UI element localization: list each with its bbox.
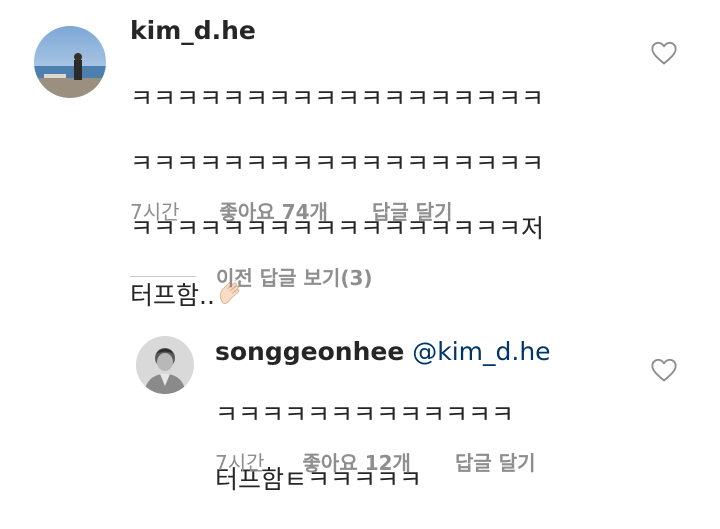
view-previous-replies-button[interactable]: 이전 답글 보기(3) [130,262,373,291]
avatar-photo-portrait [136,336,194,394]
comment-line: ㅋㅋㅋㅋㅋㅋㅋㅋㅋㅋㅋㅋㅋㅋㅋㅋㅋㅋ [130,83,545,113]
heart-outline-icon[interactable] [650,40,678,66]
avatar-photo-beach [34,26,106,98]
timestamp: 7시간 [130,200,180,224]
timestamp: 7시간 [215,451,265,475]
avatar[interactable] [136,336,194,394]
comment-meta: 7시간 좋아요 12개 답글 달기 [215,447,536,476]
view-replies-label: 이전 답글 보기(3) [216,266,373,290]
likes-count[interactable]: 좋아요 12개 [303,447,411,476]
heart-outline-icon[interactable] [650,357,678,383]
reply-button[interactable]: 답글 달기 [455,447,536,476]
avatar[interactable] [34,26,106,98]
username[interactable]: kim_d.he [130,16,256,45]
likes-count[interactable]: 좋아요 74개 [220,196,328,225]
comment-line: ㅋㅋㅋㅋㅋㅋㅋㅋㅋㅋㅋㅋㅋㅋㅋㅋㅋㅋ [130,148,545,178]
username[interactable]: songgeonhee [215,337,404,366]
divider-line [130,276,196,277]
comment-line: ㅋㅋㅋㅋㅋㅋㅋㅋㅋㅋㅋㅋㅋ [215,399,515,429]
comment-meta: 7시간 좋아요 74개 답글 달기 [130,196,453,225]
reply-button[interactable]: 답글 달기 [372,196,453,225]
mention-link[interactable]: @kim_d.he [412,337,550,366]
